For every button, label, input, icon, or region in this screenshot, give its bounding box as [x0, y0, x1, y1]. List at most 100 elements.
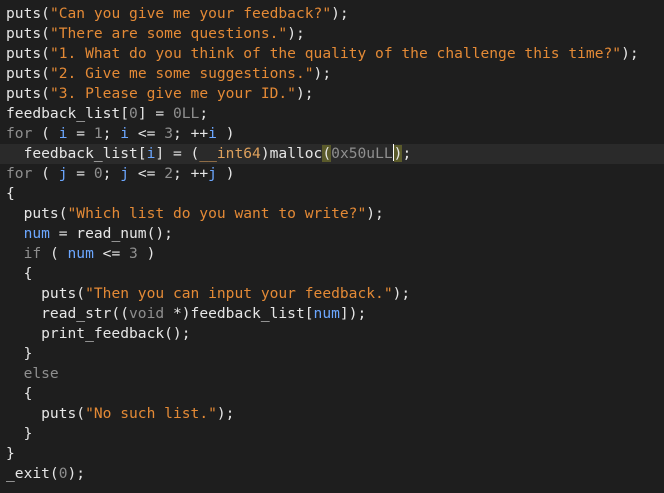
code-variable: num	[67, 245, 94, 262]
code-line[interactable]: puts("3. Please give me your ID.");	[0, 84, 664, 104]
code-text: }	[6, 425, 33, 442]
code-text: ] =	[137, 105, 173, 122]
code-variable: num	[313, 305, 340, 322]
code-text: print_feedback();	[6, 325, 191, 342]
code-text: _exit(	[6, 465, 59, 482]
code-identifier: feedback_list	[6, 145, 138, 162]
code-text: );	[287, 25, 305, 42]
code-variable: j	[120, 165, 130, 182]
code-number: 0LL	[172, 105, 200, 122]
code-line[interactable]: for ( i = 1; i <= 3; ++i )	[0, 124, 664, 144]
code-number: 3	[164, 125, 173, 142]
code-text: );	[331, 5, 349, 22]
code-text: );	[392, 285, 411, 302]
code-text: (	[32, 165, 59, 182]
code-text: )	[216, 165, 235, 182]
code-line[interactable]: else	[0, 364, 664, 384]
code-line[interactable]: }	[0, 424, 664, 444]
code-area[interactable]: puts("Can you give me your feedback?"); p…	[0, 0, 664, 484]
code-text: )	[216, 125, 235, 142]
code-line[interactable]: puts("Which list do you want to write?")…	[0, 204, 664, 224]
code-string: "Then you can input your feedback."	[85, 285, 393, 302]
code-number: 0	[129, 105, 138, 122]
code-line[interactable]: puts("2. Give me some suggestions.");	[0, 64, 664, 84]
code-string: "1. What do you think of the quality of …	[49, 45, 622, 62]
code-text: *)feedback_list[	[164, 305, 314, 322]
code-text: {	[6, 185, 15, 202]
code-number: 0x50uLL	[331, 145, 393, 162]
code-text: }	[6, 445, 15, 462]
code-line[interactable]: _exit(0);	[0, 464, 664, 484]
code-line[interactable]: }	[0, 344, 664, 364]
code-text: );	[67, 465, 86, 482]
code-line[interactable]: num = read_num();	[0, 224, 664, 244]
code-text: (	[41, 85, 50, 102]
code-line-current[interactable]: feedback_list[i] = (__int64)malloc(0x50u…	[0, 144, 664, 164]
code-variable: j	[208, 165, 217, 182]
code-text: ;	[102, 165, 121, 182]
code-string: "3. Please give me your ID."	[49, 85, 296, 102]
code-text: );	[313, 65, 332, 82]
code-text: );	[295, 85, 314, 102]
code-string: "There are some questions."	[49, 25, 288, 42]
code-keyword: for	[6, 165, 33, 182]
code-number: 0	[58, 465, 68, 482]
code-function: puts	[6, 405, 77, 422]
code-number: 1	[93, 125, 103, 142]
code-function: puts	[6, 45, 42, 62]
code-function: puts	[6, 5, 42, 22]
code-line[interactable]: }	[0, 444, 664, 464]
code-keyword: else	[6, 365, 59, 382]
code-text: ]);	[339, 305, 367, 322]
code-text: =	[67, 165, 94, 182]
code-text: (	[41, 5, 50, 22]
code-text: (	[41, 45, 50, 62]
code-text: (	[41, 25, 50, 42]
code-line[interactable]: read_str((void *)feedback_list[num]);	[0, 304, 664, 324]
code-text: (	[76, 285, 86, 302]
code-line[interactable]: {	[0, 184, 664, 204]
code-line[interactable]: puts("1. What do you think of the qualit…	[0, 44, 664, 64]
code-line[interactable]: print_feedback();	[0, 324, 664, 344]
code-line[interactable]: {	[0, 264, 664, 284]
code-number: 0	[93, 165, 103, 182]
matching-paren-highlight: (	[322, 145, 332, 162]
code-text: )malloc	[260, 145, 323, 162]
code-type: __int64	[199, 145, 261, 162]
code-text: <=	[129, 165, 165, 182]
code-variable: j	[58, 165, 68, 182]
code-line[interactable]: puts("Then you can input your feedback."…	[0, 284, 664, 304]
code-line[interactable]: for ( j = 0; j <= 2; ++j )	[0, 164, 664, 184]
code-text: );	[621, 45, 639, 62]
code-line[interactable]: {	[0, 384, 664, 404]
code-identifier: feedback_list	[6, 105, 121, 122]
code-line[interactable]: puts("Can you give me your feedback?");	[0, 4, 664, 24]
code-editor[interactable]: puts("Can you give me your feedback?"); p…	[0, 0, 664, 493]
code-text: }	[6, 345, 33, 362]
code-text: = read_num();	[49, 225, 173, 242]
code-text: <=	[93, 245, 130, 262]
code-string: "Can you give me your feedback?"	[49, 5, 332, 22]
code-keyword: if	[23, 245, 42, 262]
code-variable: i	[120, 125, 130, 142]
code-text: )	[137, 245, 156, 262]
code-variable: num	[23, 225, 50, 242]
code-text: (	[58, 205, 68, 222]
code-keyword: for	[6, 125, 33, 142]
code-line[interactable]: feedback_list[0] = 0LL;	[0, 104, 664, 124]
code-text: (	[41, 65, 50, 82]
code-text: ] = (	[155, 145, 200, 162]
code-text: (	[41, 245, 68, 262]
code-line[interactable]: puts("No such list.");	[0, 404, 664, 424]
code-variable: i	[208, 125, 217, 142]
code-function: puts	[6, 285, 77, 302]
code-function: puts	[6, 25, 42, 42]
code-line[interactable]: if ( num <= 3 )	[0, 244, 664, 264]
code-text: read_str((	[6, 305, 130, 322]
code-string: "No such list."	[85, 405, 217, 422]
code-line[interactable]: puts("There are some questions.");	[0, 24, 664, 44]
code-text: <=	[129, 125, 165, 142]
code-text: {	[6, 265, 33, 282]
